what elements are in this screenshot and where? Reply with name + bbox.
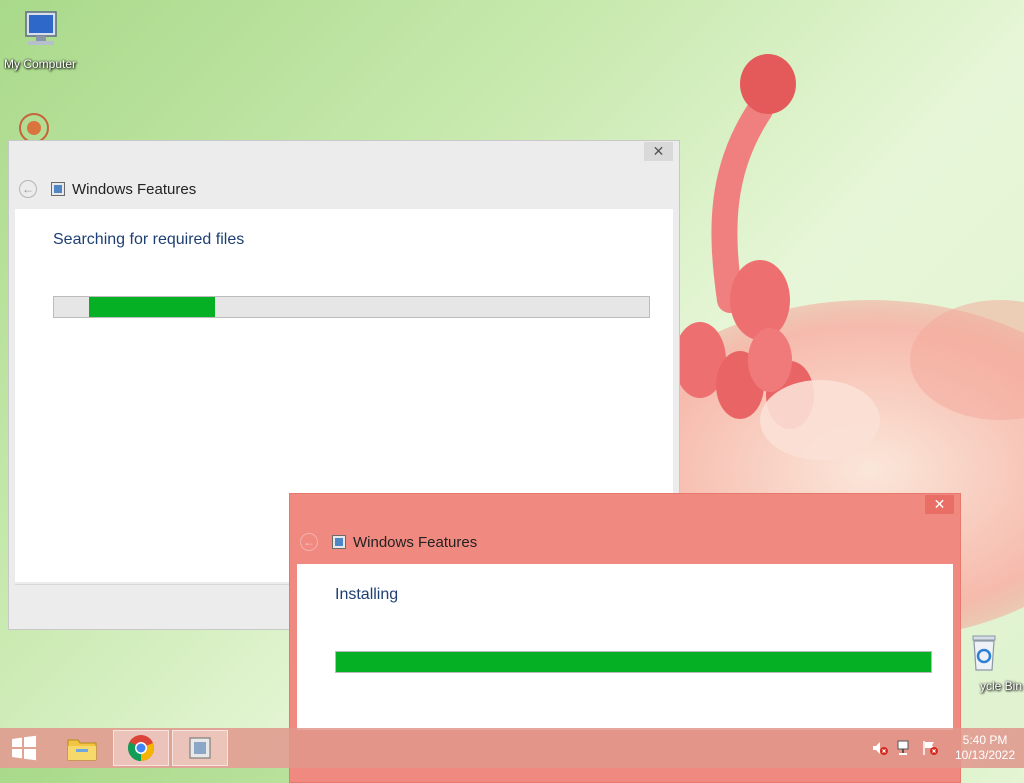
windows-features-icon	[332, 535, 346, 549]
dialog-titlebar: ← Windows Features	[300, 530, 477, 554]
taskbar: 5:40 PM 10/13/2022	[0, 728, 1024, 768]
recycle-bin-icon	[972, 635, 996, 671]
dialog-content: Installing	[297, 564, 953, 730]
progress-fill	[336, 652, 931, 672]
taskbar-clock[interactable]: 5:40 PM 10/13/2022	[946, 733, 1024, 763]
taskbar-chrome[interactable]	[113, 730, 169, 766]
back-arrow-icon: ←	[303, 535, 315, 549]
clock-date: 10/13/2022	[954, 748, 1016, 762]
close-button[interactable]: ✕	[644, 142, 673, 161]
progress-bar	[53, 296, 650, 318]
progress-bar	[335, 651, 932, 673]
windows-features-icon	[189, 737, 211, 759]
dialog-titlebar: ← Windows Features	[19, 177, 196, 201]
dialog-title: Windows Features	[72, 180, 197, 198]
back-button[interactable]: ←	[300, 533, 318, 551]
windows-start-icon	[12, 735, 36, 761]
back-arrow-icon: ←	[22, 182, 34, 196]
desktop-icon-my-computer[interactable]: My Computer	[0, 8, 80, 71]
windows-features-icon	[51, 182, 65, 196]
status-heading: Installing	[335, 586, 399, 603]
dialog-title: Windows Features	[353, 533, 478, 551]
network-icon[interactable]	[896, 739, 914, 757]
start-button[interactable]	[0, 728, 48, 768]
taskbar-file-explorer[interactable]	[54, 730, 110, 766]
clock-time: 5:40 PM	[962, 733, 1008, 747]
computer-icon	[25, 11, 57, 45]
status-heading: Searching for required files	[53, 231, 245, 248]
action-center-flag-icon[interactable]	[921, 739, 939, 757]
back-button[interactable]: ←	[19, 180, 37, 198]
volume-muted-icon[interactable]	[871, 739, 889, 757]
close-button[interactable]: ✕	[925, 495, 954, 514]
taskbar-windows-features[interactable]	[172, 730, 228, 766]
chrome-icon	[128, 735, 154, 761]
progress-marquee-chunk	[88, 297, 215, 317]
system-tray: 5:40 PM 10/13/2022	[871, 728, 1024, 768]
file-explorer-icon	[67, 739, 97, 761]
desktop-icon-label: My Computer	[3, 57, 77, 71]
